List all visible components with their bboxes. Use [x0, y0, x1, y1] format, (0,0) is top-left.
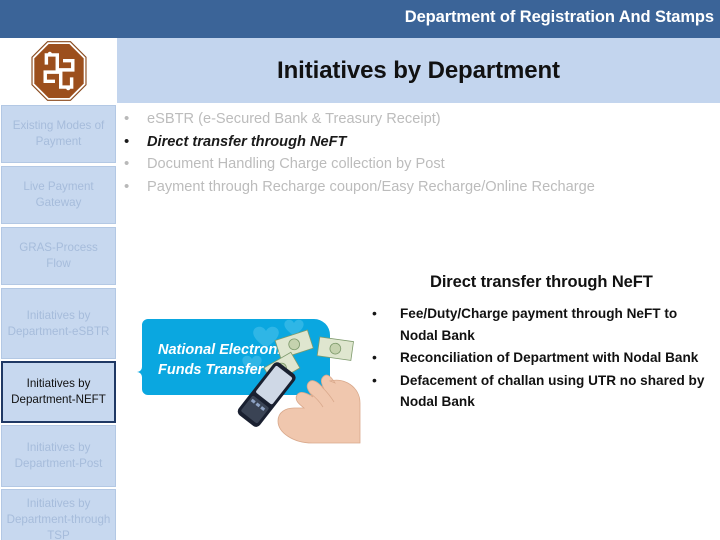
list-item: • Document Handling Charge collection by… — [120, 153, 680, 176]
sidebar-item-label: GRAS-Process Flow — [19, 241, 98, 270]
bullet-marker-icon: • — [124, 155, 130, 172]
list-item-text: Document Handling Charge collection by P… — [147, 156, 445, 172]
bullet-marker-icon: • — [124, 132, 130, 150]
sidebar-item-label: Initiatives by Department-NEFT — [11, 377, 106, 406]
list-item: • Defacement of challan using UTR no sha… — [372, 370, 716, 413]
main-bullet-list: • eSBTR (e-Secured Bank & Treasury Recei… — [120, 108, 680, 198]
bullet-marker-icon: • — [124, 177, 130, 195]
svg-text:Funds Transfer: Funds Transfer — [158, 362, 265, 378]
sidebar-item-label: Initiatives by Department-Post — [14, 441, 103, 470]
department-emblem-icon — [30, 40, 87, 101]
sidebar-item-live-payment-gateway[interactable]: Live Payment Gateway — [1, 166, 116, 224]
sidebar-item-existing-modes[interactable]: Existing Modes of Payment — [1, 105, 116, 163]
sidebar-item-label: Live Payment Gateway — [23, 180, 94, 209]
subsection-bullet-list: • Fee/Duty/Charge payment through NeFT t… — [372, 303, 716, 414]
list-item-text: Fee/Duty/Charge payment through NeFT to … — [400, 306, 678, 343]
list-item: • Fee/Duty/Charge payment through NeFT t… — [372, 303, 716, 346]
subsection-heading: Direct transfer through NeFT — [430, 273, 653, 291]
bullet-marker-icon: • — [372, 371, 377, 388]
sidebar-item-esbtr[interactable]: Initiatives by Department-eSBTR — [1, 288, 116, 359]
list-item: • Direct transfer through NeFT — [120, 131, 680, 154]
bullet-marker-icon: • — [372, 349, 377, 365]
slide-canvas: Department of Registration And Stamps In… — [0, 0, 720, 540]
list-item: • Payment through Recharge coupon/Easy R… — [120, 176, 680, 199]
list-item-text: Defacement of challan using UTR no share… — [400, 372, 705, 410]
sidebar-nav[interactable]: Existing Modes of Payment Live Payment G… — [0, 105, 117, 540]
sidebar-item-post[interactable]: Initiatives by Department-Post — [1, 425, 116, 487]
list-item-text: eSBTR (e-Secured Bank & Treasury Receipt… — [147, 111, 441, 127]
list-item-text: Payment through Recharge coupon/Easy Rec… — [147, 178, 595, 195]
logo-plate — [0, 38, 117, 103]
list-item: • Reconciliation of Department with Noda… — [372, 347, 716, 369]
sidebar-item-neft[interactable]: Initiatives by Department-NEFT — [1, 361, 116, 423]
sidebar-item-gras-process-flow[interactable]: GRAS-Process Flow — [1, 227, 116, 285]
bullet-marker-icon: • — [124, 110, 130, 127]
sidebar-item-through-tsp[interactable]: Initiatives by Department-through TSP — [1, 489, 116, 540]
sidebar-item-label: Existing Modes of Payment — [12, 119, 105, 148]
neft-banner-image: National Electronic Funds Transfer — [134, 303, 366, 448]
header-band: Department of Registration And Stamps — [0, 0, 720, 38]
list-item-text: Direct transfer through NeFT — [147, 133, 347, 150]
list-item: • eSBTR (e-Secured Bank & Treasury Recei… — [120, 108, 680, 131]
neft-illustration-icon: National Electronic Funds Transfer — [134, 303, 366, 448]
page-title: Initiatives by Department — [277, 56, 560, 84]
sidebar-item-label: Initiatives by Department-through TSP — [6, 497, 111, 540]
bullet-marker-icon: • — [372, 305, 377, 321]
svg-text:National Electronic: National Electronic — [158, 342, 289, 358]
title-band: Initiatives by Department — [0, 38, 720, 103]
list-item-text: Reconciliation of Department with Nodal … — [400, 350, 699, 365]
sidebar-item-label: Initiatives by Department-eSBTR — [7, 308, 110, 338]
department-title: Department of Registration And Stamps — [404, 8, 714, 26]
